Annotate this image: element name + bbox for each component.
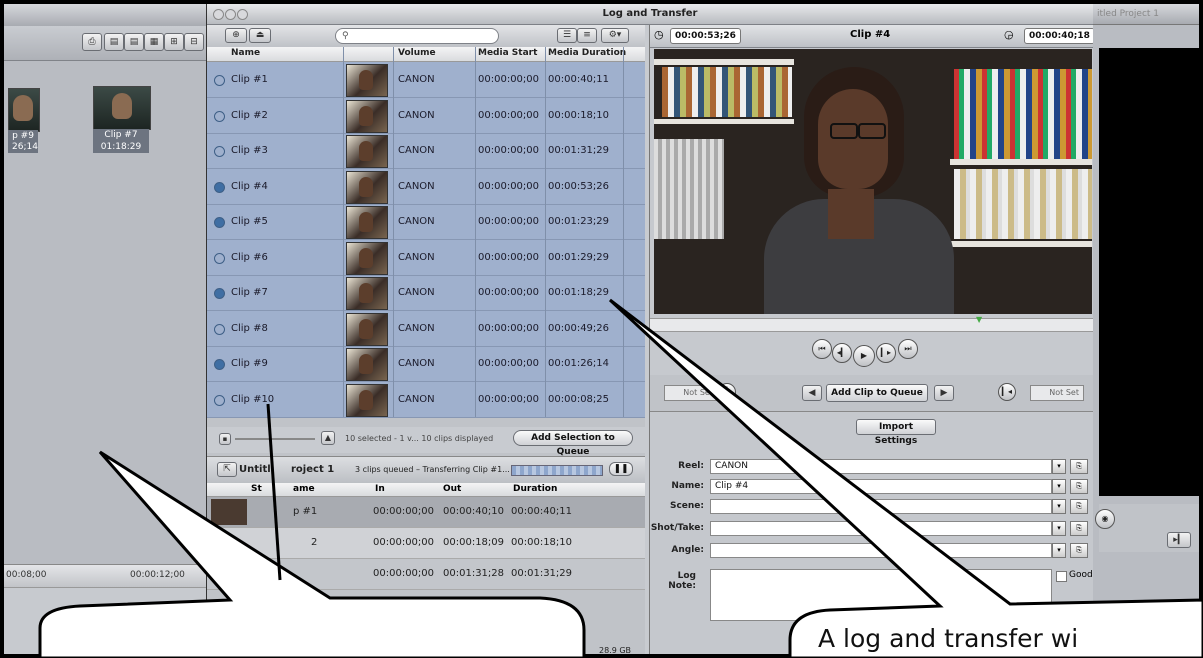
bubble-pointer [266, 403, 282, 581]
speech-bubbles [38, 298, 1203, 658]
right-speech-bubble [608, 298, 1203, 658]
left-speech-bubble [38, 450, 586, 658]
right-bubble-caption: A log and transfer wi [818, 624, 1079, 653]
